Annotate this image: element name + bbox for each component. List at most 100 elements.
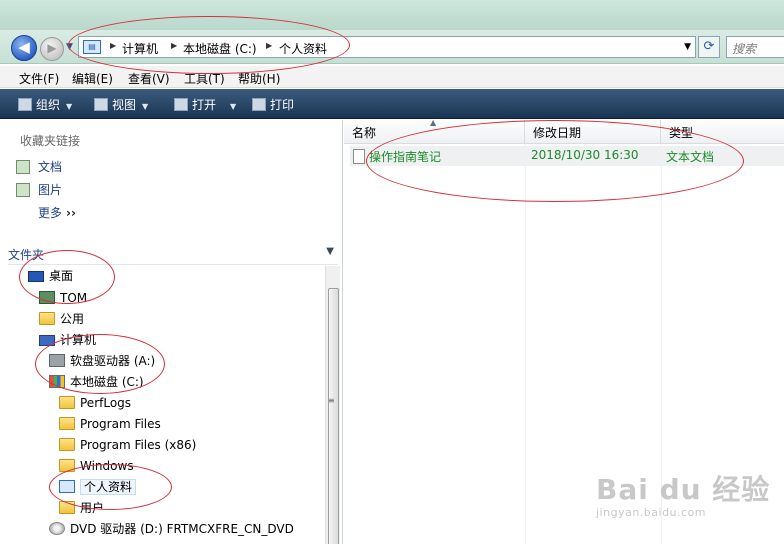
tree-item-users[interactable]: 用户 — [59, 498, 104, 518]
chevron-right-icon[interactable]: ▶ — [266, 41, 272, 50]
column-divider — [525, 144, 526, 544]
folder-icon — [39, 312, 55, 325]
chevron-down-icon: ▼ — [326, 246, 334, 257]
folder-icon — [59, 396, 75, 409]
tree-item-label: Program Files (x86) — [80, 438, 197, 452]
organize-button[interactable]: 组织 ▼ — [18, 96, 72, 113]
forward-button[interactable]: ▶ — [40, 37, 64, 61]
views-button[interactable]: 视图 ▼ — [94, 96, 148, 113]
windows-drive-icon — [49, 375, 65, 388]
menu-help[interactable]: 帮助(H) — [238, 70, 280, 87]
chevron-down-icon: ▼ — [230, 102, 237, 111]
tree-item-label: 计算机 — [60, 333, 97, 347]
tree-item-label: 用户 — [80, 501, 105, 515]
folders-header-label: 文件夹 — [8, 248, 45, 262]
tree-item-label: PerfLogs — [80, 396, 132, 410]
folders-header[interactable]: 文件夹 ▼ — [8, 246, 340, 262]
print-button[interactable]: 打印 — [252, 96, 294, 113]
file-name: 操作指南笔记 — [369, 150, 442, 164]
address-bar[interactable]: ▤ ▶ 计算机 ▶ 本地磁盘 (C:) ▶ 个人资料 ▼ — [78, 36, 696, 58]
views-icon — [94, 98, 108, 111]
personal-folder-icon — [59, 480, 75, 493]
open-label: 打开 — [192, 98, 217, 112]
tree-item-floppy[interactable]: 软盘驱动器 (A:) — [49, 351, 155, 371]
desktop-icon — [28, 271, 44, 282]
column-name-label: 名称 — [352, 126, 377, 140]
tree-item-perflogs[interactable]: PerfLogs — [59, 393, 131, 413]
pictures-icon — [16, 183, 30, 197]
favorite-pictures-label: 图片 — [38, 183, 63, 197]
file-type-cell: 文本文档 — [666, 150, 715, 164]
tree-item-personal[interactable]: 个人资料 — [59, 477, 137, 497]
tree-item-program-files-x86[interactable]: Program Files (x86) — [59, 435, 196, 455]
breadcrumb-computer[interactable]: 计算机 — [122, 40, 158, 57]
menu-bar: 文件(F) 编辑(E) 查看(V) 工具(T) 帮助(H) — [0, 66, 784, 88]
back-button[interactable]: ◀ — [11, 35, 37, 61]
table-row[interactable]: 操作指南笔记 2018/10/30 16:30 文本文档 — [350, 146, 784, 166]
folder-icon — [59, 438, 75, 451]
column-modified-label: 修改日期 — [533, 126, 582, 140]
folders-divider — [8, 264, 338, 265]
file-name-cell[interactable]: 操作指南笔记 — [353, 148, 441, 165]
tree-item-label: DVD 驱动器 (D:) FRTMCXFRE_CN_DVD — [70, 522, 294, 536]
column-type-label: 类型 — [669, 126, 694, 140]
tree-item-label: 公用 — [60, 312, 85, 326]
menu-file[interactable]: 文件(F) — [19, 70, 59, 87]
open-button[interactable]: 打开 ▼ — [174, 96, 236, 113]
recent-pages-dropdown-icon[interactable]: ▼ — [66, 42, 73, 52]
favorite-documents[interactable]: 文档 — [16, 158, 62, 175]
open-icon — [174, 98, 188, 111]
navigation-pane: 收藏夹链接 文档 图片 更多 ›› 文件夹 ▼ 桌面 TOM 公用 计算机 软盘驱… — [0, 120, 343, 544]
organize-label: 组织 — [36, 98, 61, 112]
sort-ascending-icon: ▲ — [430, 118, 437, 127]
favorite-pictures[interactable]: 图片 — [16, 181, 62, 198]
folder-icon — [59, 417, 75, 430]
chevron-right-icon[interactable]: ▶ — [110, 41, 116, 50]
tree-item-label: 软盘驱动器 (A:) — [70, 354, 156, 368]
tree-item-dvd[interactable]: DVD 驱动器 (D:) FRTMCXFRE_CN_DVD — [49, 519, 294, 539]
tree-item-windows[interactable]: Windows — [59, 456, 134, 476]
menu-view[interactable]: 查看(V) — [128, 70, 170, 87]
folder-location-icon: ▤ — [83, 40, 101, 54]
scrollbar-thumb[interactable] — [328, 288, 339, 544]
tree-item-computer[interactable]: 计算机 — [39, 330, 96, 350]
documents-icon — [16, 160, 30, 174]
dvd-drive-icon — [49, 522, 65, 535]
menu-tools[interactable]: 工具(T) — [184, 70, 225, 87]
refresh-button[interactable]: ⟳ — [698, 36, 720, 58]
chevron-right-icon[interactable]: ▶ — [171, 41, 177, 50]
breadcrumb-personal[interactable]: 个人资料 — [279, 40, 327, 57]
chevron-down-icon: ▼ — [66, 102, 73, 111]
views-label: 视图 — [112, 98, 137, 112]
tree-item-label: 本地磁盘 (C:) — [70, 375, 144, 389]
tree-item-label: TOM — [60, 291, 88, 305]
favorite-more-label: 更多 — [38, 206, 63, 220]
printer-icon — [252, 98, 266, 111]
tree-item-program-files[interactable]: Program Files — [59, 414, 161, 434]
favorite-more[interactable]: 更多 ›› — [38, 204, 76, 221]
search-placeholder: 搜索 — [732, 42, 757, 56]
tree-item-desktop[interactable]: 桌面 — [28, 266, 73, 286]
tree-item-label: 桌面 — [49, 269, 74, 283]
column-header-modified[interactable]: 修改日期 — [525, 120, 661, 144]
tree-scrollbar[interactable]: ≡ — [325, 266, 340, 544]
file-modified-cell: 2018/10/30 16:30 — [531, 148, 639, 162]
tree-item-label: Windows — [80, 459, 134, 473]
tree-item-label: Program Files — [80, 417, 161, 431]
tree-item-tom[interactable]: TOM — [39, 288, 87, 308]
folder-icon — [59, 501, 75, 514]
scrollbar-grip-icon: ≡ — [328, 396, 335, 405]
baidu-jingyan-watermark: Bai du 经验 jingyan.baidu.com — [596, 468, 770, 519]
breadcrumb-local-disk[interactable]: 本地磁盘 (C:) — [183, 40, 257, 57]
search-input[interactable]: 搜索 — [726, 36, 784, 58]
window-titlebar — [0, 0, 784, 30]
address-dropdown-icon[interactable]: ▼ — [684, 42, 691, 52]
menu-edit[interactable]: 编辑(E) — [72, 70, 113, 87]
tree-item-public[interactable]: 公用 — [39, 309, 84, 329]
favorite-documents-label: 文档 — [38, 160, 63, 174]
column-header-type[interactable]: 类型 — [661, 120, 784, 144]
column-header-name[interactable]: ▲ 名称 — [344, 118, 525, 144]
watermark-main: Bai du 经验 — [596, 473, 771, 506]
command-toolbar: 组织 ▼ 视图 ▼ 打开 ▼ 打印 — [0, 89, 784, 119]
tree-item-local-disk[interactable]: 本地磁盘 (C:) — [49, 372, 144, 392]
